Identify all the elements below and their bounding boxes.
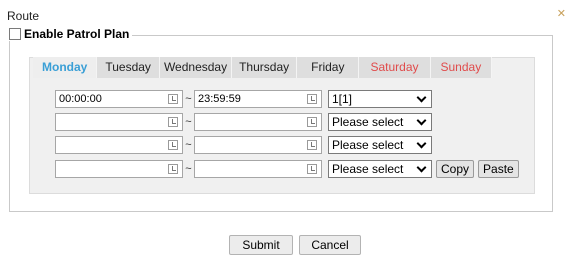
route-select[interactable]: 1[1] bbox=[328, 90, 432, 108]
clock-icon[interactable] bbox=[168, 94, 178, 104]
schedule-row: 00:00:00 ~ 23:59:59 1[1] bbox=[55, 90, 432, 108]
enable-patrol-label: Enable Patrol Plan bbox=[24, 27, 130, 41]
clock-icon[interactable] bbox=[168, 117, 178, 127]
close-icon[interactable]: ✕ bbox=[557, 7, 566, 20]
start-time-input[interactable] bbox=[55, 160, 183, 178]
schedule-row: ~ Please select bbox=[55, 136, 432, 154]
enable-patrol-checkbox[interactable] bbox=[9, 28, 21, 40]
clock-icon[interactable] bbox=[168, 164, 178, 174]
tab-tuesday[interactable]: Tuesday bbox=[97, 57, 160, 78]
range-separator: ~ bbox=[185, 116, 192, 128]
route-select[interactable]: Please select bbox=[328, 160, 432, 178]
schedule-row: ~ Please select Copy Paste bbox=[55, 160, 519, 178]
tab-monday[interactable]: Monday bbox=[33, 57, 98, 78]
end-time-input[interactable] bbox=[194, 160, 322, 178]
clock-icon[interactable] bbox=[307, 117, 317, 127]
route-select[interactable]: Please select bbox=[328, 136, 432, 154]
tab-saturday[interactable]: Saturday bbox=[359, 57, 431, 78]
range-separator: ~ bbox=[185, 139, 192, 151]
enable-patrol-plan[interactable]: Enable Patrol Plan bbox=[9, 27, 133, 41]
clock-icon[interactable] bbox=[307, 94, 317, 104]
range-separator: ~ bbox=[185, 163, 192, 175]
cancel-button[interactable]: Cancel bbox=[299, 235, 361, 255]
clock-icon[interactable] bbox=[307, 140, 317, 150]
chevron-down-icon bbox=[416, 115, 427, 126]
tab-thursday[interactable]: Thursday bbox=[232, 57, 298, 78]
start-time-input[interactable]: 00:00:00 bbox=[55, 90, 183, 108]
chevron-down-icon bbox=[416, 138, 427, 149]
submit-button[interactable]: Submit bbox=[229, 235, 293, 255]
start-time-input[interactable] bbox=[55, 136, 183, 154]
end-time-input[interactable] bbox=[194, 113, 322, 131]
copy-button[interactable]: Copy bbox=[436, 160, 475, 178]
weekday-tabs: Monday Tuesday Wednesday Thursday Friday… bbox=[33, 57, 493, 78]
clock-icon[interactable] bbox=[307, 164, 317, 174]
chevron-down-icon bbox=[416, 92, 427, 103]
tab-sunday[interactable]: Sunday bbox=[430, 57, 493, 78]
route-select[interactable]: Please select bbox=[328, 113, 432, 131]
clock-icon[interactable] bbox=[168, 140, 178, 150]
paste-button[interactable]: Paste bbox=[478, 160, 519, 178]
schedule-row: ~ Please select bbox=[55, 113, 432, 131]
window-title: Route bbox=[7, 9, 40, 23]
end-time-input[interactable]: 23:59:59 bbox=[194, 90, 322, 108]
end-time-input[interactable] bbox=[194, 136, 322, 154]
chevron-down-icon bbox=[416, 162, 427, 173]
range-separator: ~ bbox=[185, 93, 192, 105]
tab-wednesday[interactable]: Wednesday bbox=[159, 57, 233, 78]
start-time-input[interactable] bbox=[55, 113, 183, 131]
tab-friday[interactable]: Friday bbox=[297, 57, 360, 78]
